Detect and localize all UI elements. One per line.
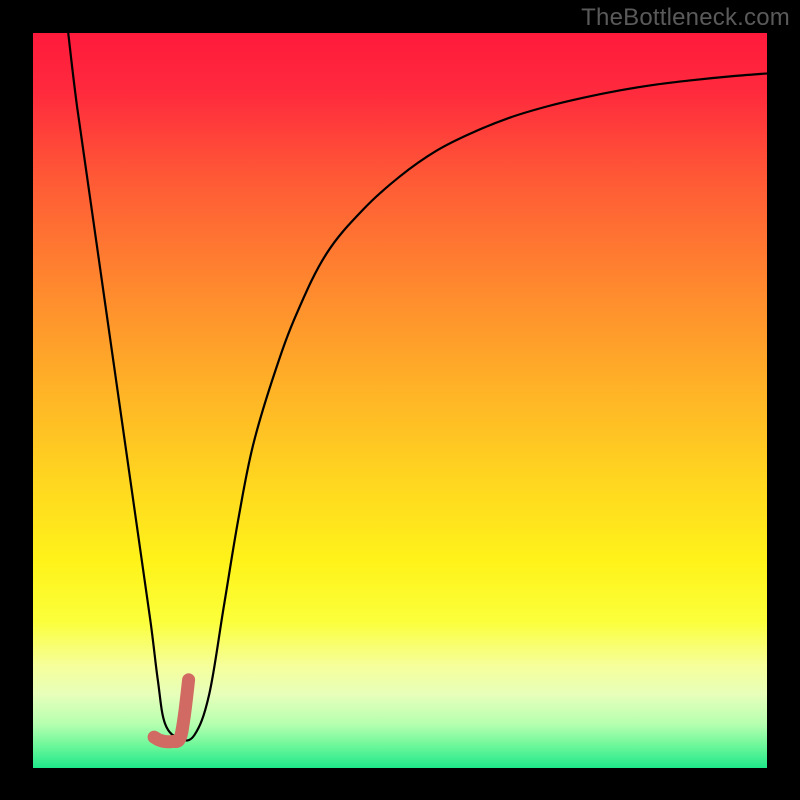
bottleneck-chart — [0, 0, 800, 800]
chart-frame: TheBottleneck.com — [0, 0, 800, 800]
plot-background — [33, 33, 767, 768]
watermark-label: TheBottleneck.com — [581, 4, 790, 32]
